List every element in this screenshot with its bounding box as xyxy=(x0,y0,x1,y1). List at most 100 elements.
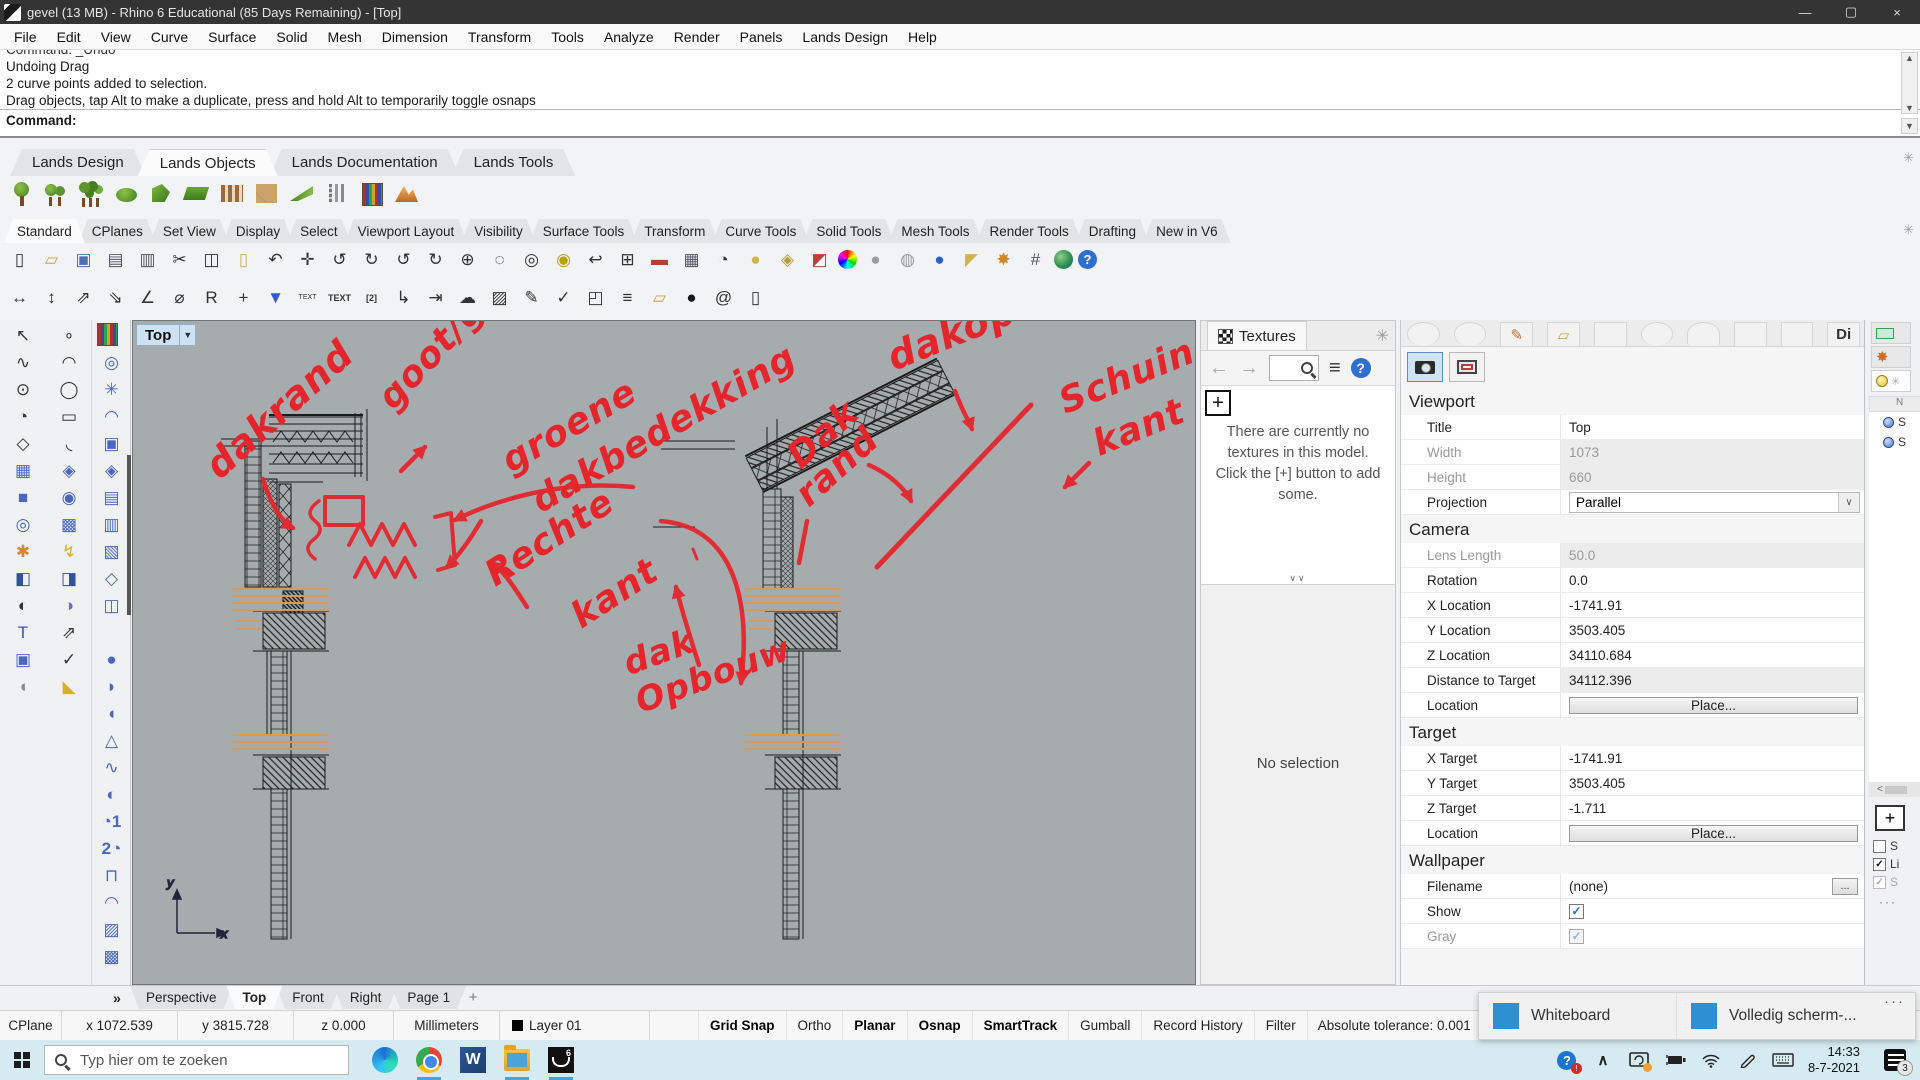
add-fence-icon[interactable] xyxy=(218,180,246,208)
menu-file[interactable]: File xyxy=(4,24,47,50)
menu-help[interactable]: Help xyxy=(898,24,947,50)
select-tool-icon[interactable]: ↖ xyxy=(11,323,36,348)
cylinder-tool-icon[interactable]: ◖ xyxy=(11,674,36,699)
torus-tool-icon[interactable]: ◎ xyxy=(11,512,36,537)
tab-properties[interactable] xyxy=(1407,322,1440,346)
move-icon[interactable]: ▬ xyxy=(646,246,673,273)
spotlight-icon[interactable]: ● xyxy=(742,246,769,273)
check-dimension-icon[interactable]: ✓ xyxy=(550,284,577,311)
layer-state-icon[interactable]: ◩ xyxy=(806,246,833,273)
taskbar-edge-button[interactable] xyxy=(363,1040,407,1080)
srf-ring-icon[interactable]: ◎ xyxy=(99,350,124,375)
rendered-view-icon[interactable]: ● xyxy=(926,246,953,273)
dim-diameter-icon[interactable]: ⌀ xyxy=(166,284,193,311)
more-options[interactable]: ··· xyxy=(1865,891,1920,909)
leader-icon[interactable]: ↳ xyxy=(390,284,417,311)
tab-standard[interactable]: Standard xyxy=(4,219,85,243)
back-arrow-icon[interactable]: ← xyxy=(1209,357,1229,380)
tablet-mode-icon[interactable] xyxy=(1628,1049,1650,1071)
tab-lands-documentation[interactable]: Lands Documentation xyxy=(270,149,460,176)
toggle-filter[interactable]: Filter xyxy=(1254,1011,1307,1040)
start-button[interactable] xyxy=(0,1040,44,1080)
command-prompt[interactable]: Command: xyxy=(0,109,1920,132)
curve-tool-icon[interactable]: ◠ xyxy=(57,350,82,375)
add-bollard-icon[interactable] xyxy=(323,180,351,208)
add-tree-row-icon[interactable] xyxy=(43,180,71,208)
textures-tab[interactable]: Textures xyxy=(1207,321,1307,350)
ghosted-view-icon[interactable]: ◍ xyxy=(894,246,921,273)
panel-gear-icon[interactable]: ✳ xyxy=(1376,326,1389,346)
surface-tool-icon[interactable]: ▦ xyxy=(11,458,36,483)
toggle-grid-snap[interactable]: Grid Snap xyxy=(698,1011,786,1040)
rectangle-tool-icon[interactable]: ▭ xyxy=(57,404,82,429)
light-list-item[interactable]: S xyxy=(1869,432,1920,452)
zoom-selected-icon[interactable]: ◉ xyxy=(550,246,577,273)
action-center-button[interactable]: 3 xyxy=(1884,1049,1906,1071)
freeform-curve-icon[interactable]: ◟ xyxy=(57,431,82,456)
add-item-button[interactable]: + xyxy=(1875,805,1905,831)
browse-button[interactable]: ... xyxy=(1832,878,1858,895)
srf-slab2-icon[interactable]: ▥ xyxy=(99,512,124,537)
add-texture-button[interactable]: + xyxy=(1205,390,1231,416)
hatch-icon[interactable]: ▨ xyxy=(486,284,513,311)
touch-keyboard-icon[interactable] xyxy=(1772,1049,1794,1071)
tab-notifications[interactable] xyxy=(1687,322,1720,346)
status-cell-x[interactable]: x 1072.539 xyxy=(62,1011,178,1040)
sidebar-scrollbar[interactable] xyxy=(127,455,131,615)
active-layer-cell[interactable]: Layer 01 xyxy=(500,1011,650,1040)
tab-display[interactable]: Display xyxy=(223,219,293,243)
dome-icon[interactable]: ◖ xyxy=(99,701,124,726)
copy-icon[interactable]: ◫ xyxy=(198,246,225,273)
notes-icon[interactable]: ◤ xyxy=(958,246,985,273)
tray-expand-chevron[interactable]: ∧ xyxy=(1592,1049,1614,1071)
command-area[interactable]: Command: _Undo Undoing Drag 2 curve poin… xyxy=(0,50,1920,138)
property-value[interactable]: -1741.91 xyxy=(1569,751,1622,766)
help-icon[interactable]: ? xyxy=(1078,250,1097,269)
print-icon[interactable]: ▤ xyxy=(102,246,129,273)
checkbox-show[interactable]: ✓ xyxy=(1569,904,1584,919)
tab-visibility[interactable]: Visibility xyxy=(461,219,536,243)
terrain-mountain-icon[interactable] xyxy=(393,180,421,208)
tab-lands-tools[interactable]: Lands Tools xyxy=(452,149,576,176)
menu-tools[interactable]: Tools xyxy=(541,24,594,50)
top-viewport[interactable]: y x xyxy=(132,320,1196,985)
dim-rotated-icon[interactable]: ⇘ xyxy=(102,284,129,311)
close-button[interactable]: × xyxy=(1874,0,1920,24)
boolean-tool-icon[interactable]: ✱ xyxy=(11,539,36,564)
offset-tool-icon[interactable]: ◑ xyxy=(57,593,82,618)
arc-tool-icon[interactable]: ◔ xyxy=(11,404,36,429)
undo-view-icon[interactable]: ↩ xyxy=(582,246,609,273)
add-forest-icon[interactable] xyxy=(78,180,106,208)
menu-lands-design[interactable]: Lands Design xyxy=(792,24,898,50)
earth-icon[interactable] xyxy=(1054,250,1073,269)
circle-tool-icon[interactable]: ⊙ xyxy=(11,377,36,402)
tab-set-view[interactable]: Set View xyxy=(150,219,229,243)
toggle-record-history[interactable]: Record History xyxy=(1141,1011,1253,1040)
property-value[interactable]: 3503.405 xyxy=(1569,776,1625,791)
tab-files[interactable]: ▱ xyxy=(1547,322,1580,346)
menu-surface[interactable]: Surface xyxy=(198,24,266,50)
undo-icon[interactable]: ↶ xyxy=(262,246,289,273)
property-value[interactable]: -1741.91 xyxy=(1569,598,1622,613)
tab-solid-tools[interactable]: Solid Tools xyxy=(803,219,894,243)
annotation-detail-icon[interactable]: [2] xyxy=(358,284,385,311)
viewport-title[interactable]: Top xyxy=(136,324,180,346)
wifi-icon[interactable] xyxy=(1700,1049,1722,1071)
shaded-view-icon[interactable]: ● xyxy=(862,246,889,273)
srf-ball-icon[interactable]: ◐ xyxy=(99,782,124,807)
property-value[interactable]: -1.711 xyxy=(1569,801,1606,816)
rotate-view-icon[interactable]: ↺ xyxy=(390,246,417,273)
tab-sun[interactable]: ✸ xyxy=(1871,346,1911,368)
checkbox[interactable]: ✓ xyxy=(1873,858,1886,871)
options-gear-icon[interactable]: ✸ xyxy=(990,246,1017,273)
battery-icon[interactable] xyxy=(1664,1049,1686,1071)
viewport-tab-page-1[interactable]: Page 1 xyxy=(391,986,466,1009)
menu-analyze[interactable]: Analyze xyxy=(594,24,664,50)
tab-drafting[interactable]: Drafting xyxy=(1076,219,1149,243)
property-value[interactable]: 3503.405 xyxy=(1569,623,1625,638)
point-tool-icon[interactable]: ∘ xyxy=(57,323,82,348)
tray-help-button[interactable]: ?! xyxy=(1556,1049,1578,1071)
tab-viewport-layout[interactable]: Viewport Layout xyxy=(345,219,468,243)
taskbar-word-button[interactable]: W xyxy=(451,1040,495,1080)
toggle-planar[interactable]: Planar xyxy=(842,1011,906,1040)
